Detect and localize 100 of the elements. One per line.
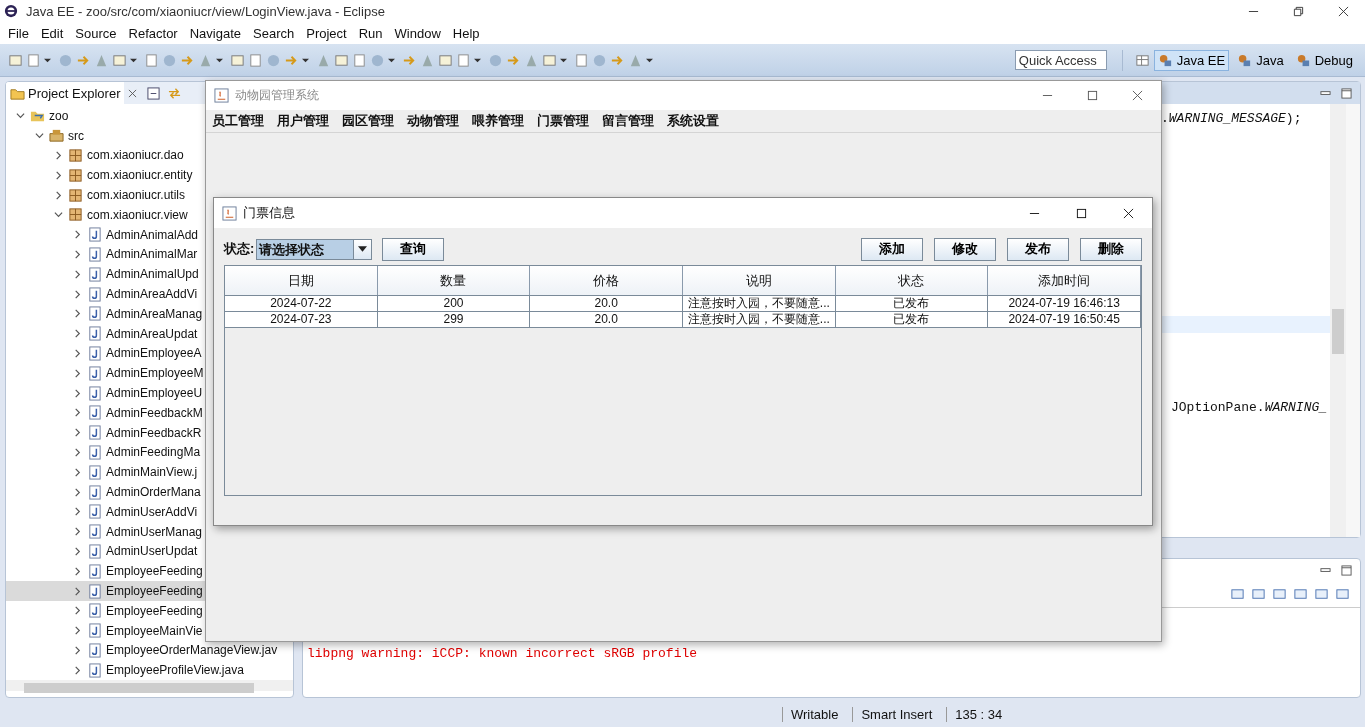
expand-caret-icon[interactable] <box>73 645 82 655</box>
app-menu-item[interactable]: 园区管理 <box>342 112 394 130</box>
tree-item[interactable]: com.xiaoniucr.dao <box>6 145 186 166</box>
restore-icon[interactable] <box>1293 5 1304 17</box>
expand-caret-icon[interactable] <box>73 527 82 537</box>
expand-caret-icon[interactable] <box>73 566 82 576</box>
tree-item[interactable]: AdminEmployeeA <box>6 343 204 364</box>
quick-access-field[interactable]: Quick Access <box>1014 50 1107 70</box>
tree-item[interactable]: AdminUserUpdat <box>6 541 200 562</box>
column-header[interactable]: 状态 <box>835 266 989 295</box>
app-menu-item[interactable]: 动物管理 <box>407 112 459 130</box>
action-button[interactable]: 添加 <box>861 237 923 261</box>
close-icon[interactable] <box>1123 207 1134 219</box>
menu-item[interactable]: Source <box>69 25 123 41</box>
menu-item[interactable]: File <box>2 25 35 41</box>
expand-caret-icon[interactable] <box>73 249 82 259</box>
expand-caret-icon[interactable] <box>54 210 63 220</box>
app-menu-item[interactable]: 员工管理 <box>212 112 264 130</box>
expand-caret-icon[interactable] <box>54 151 63 160</box>
project-explorer-tab[interactable]: Project Explorer <box>6 82 125 104</box>
column-header[interactable]: 说明 <box>683 266 836 295</box>
menu-item[interactable]: Window <box>388 25 447 41</box>
expand-caret-icon[interactable] <box>73 230 82 240</box>
maximize-icon[interactable] <box>1087 90 1098 101</box>
expand-caret-icon[interactable] <box>73 586 82 596</box>
expand-caret-icon[interactable] <box>73 665 82 675</box>
expand-caret-icon[interactable] <box>54 190 63 200</box>
dropdown-caret-icon[interactable] <box>474 56 481 64</box>
tree-item[interactable]: AdminAnimalUpd <box>6 264 201 285</box>
tree-item[interactable]: AdminFeedbackR <box>6 422 204 443</box>
column-header[interactable]: 日期 <box>225 266 378 295</box>
tree-item[interactable]: EmployeeMainVie <box>6 620 205 641</box>
perspective-button[interactable]: Debug <box>1291 49 1357 71</box>
tree-item[interactable]: EmployeeFeeding <box>6 581 205 601</box>
tree-item[interactable]: AdminOrderMana <box>6 482 203 502</box>
dropdown-caret-icon[interactable] <box>646 56 653 64</box>
expand-caret-icon[interactable] <box>73 329 82 339</box>
action-button[interactable]: 删除 <box>1080 237 1142 261</box>
action-button[interactable]: 修改 <box>934 237 996 261</box>
tree-item[interactable]: AdminAreaUpdat <box>6 323 200 344</box>
menu-item[interactable]: Run <box>352 25 389 41</box>
tree-item[interactable]: AdminEmployeeU <box>6 383 205 403</box>
expand-caret-icon[interactable] <box>73 309 82 319</box>
perspective-button[interactable]: Java <box>1233 49 1288 71</box>
dropdown-caret-icon[interactable] <box>216 56 223 64</box>
expand-caret-icon[interactable] <box>73 408 82 418</box>
maximize-view-icon[interactable] <box>1341 564 1352 576</box>
console-toolbar-icon[interactable] <box>1230 586 1245 602</box>
expand-caret-icon[interactable] <box>73 606 82 616</box>
perspective-button[interactable]: Java EE <box>1153 49 1230 71</box>
expand-caret-icon[interactable] <box>54 170 63 180</box>
app-menu-item[interactable]: 留言管理 <box>602 112 654 130</box>
open-perspective-icon[interactable] <box>1134 52 1150 68</box>
expand-caret-icon[interactable] <box>73 507 82 517</box>
tree-item[interactable]: AdminAnimalAdd <box>6 224 201 245</box>
expand-caret-icon[interactable] <box>35 131 44 141</box>
expand-caret-icon[interactable] <box>73 428 82 438</box>
tree-item[interactable]: src <box>6 125 86 146</box>
tree-item[interactable]: AdminFeedbackM <box>6 402 205 423</box>
status-dropdown[interactable]: 请选择状态 <box>256 238 373 260</box>
expand-caret-icon[interactable] <box>73 388 82 398</box>
tree-item[interactable]: EmployeeFeeding <box>6 600 205 621</box>
console-toolbar-icon[interactable] <box>1251 586 1266 602</box>
tree-item[interactable]: AdminEmployeeM <box>6 363 206 384</box>
tree-item[interactable]: AdminFeedingMa <box>6 442 203 463</box>
scrollbar-thumb[interactable] <box>24 683 254 694</box>
console-toolbar-icon[interactable] <box>1272 586 1287 602</box>
scrollbar-thumb[interactable] <box>1332 309 1344 354</box>
expand-caret-icon[interactable] <box>73 447 82 457</box>
tree-item[interactable]: AdminAnimalMar <box>6 244 200 265</box>
tree-item[interactable]: AdminUserAddVi <box>6 501 200 522</box>
app-menu-item[interactable]: 用户管理 <box>277 112 329 130</box>
dropdown-caret-icon[interactable] <box>302 56 309 64</box>
close-icon[interactable] <box>1338 5 1349 17</box>
tree-item[interactable]: zoo <box>6 106 71 126</box>
dropdown-caret-icon[interactable] <box>44 56 51 64</box>
tree-item[interactable]: AdminAreaAddVi <box>6 284 200 304</box>
expand-caret-icon[interactable] <box>73 467 82 477</box>
menu-item[interactable]: Search <box>247 25 301 41</box>
expand-caret-icon[interactable] <box>73 348 82 358</box>
expand-caret-icon[interactable] <box>73 626 82 636</box>
menu-item[interactable]: Help <box>446 25 486 41</box>
app-menu-item[interactable]: 喂养管理 <box>472 112 524 130</box>
dropdown-caret-icon[interactable] <box>388 56 395 64</box>
menu-item[interactable]: Edit <box>34 25 70 41</box>
tree-item[interactable]: com.xiaoniucr.utils <box>6 185 188 205</box>
menu-item[interactable]: Navigate <box>183 25 247 41</box>
query-button[interactable]: 查询 <box>382 237 445 261</box>
dropdown-caret-icon[interactable] <box>130 56 137 64</box>
expand-caret-icon[interactable] <box>73 368 82 378</box>
expand-caret-icon[interactable] <box>16 111 25 121</box>
dropdown-caret-icon[interactable] <box>560 56 567 64</box>
tree-item[interactable]: EmployeeOrderManageView.jav <box>6 640 280 661</box>
tree-item[interactable]: AdminAreaManag <box>6 303 205 324</box>
menu-item[interactable]: Project <box>300 25 353 41</box>
app-menu-item[interactable]: 系统设置 <box>667 112 719 130</box>
maximize-view-icon[interactable] <box>1341 87 1352 99</box>
column-header[interactable]: 价格 <box>530 266 683 295</box>
expand-caret-icon[interactable] <box>73 487 82 497</box>
tree-item[interactable]: com.xiaoniucr.entity <box>6 165 195 186</box>
